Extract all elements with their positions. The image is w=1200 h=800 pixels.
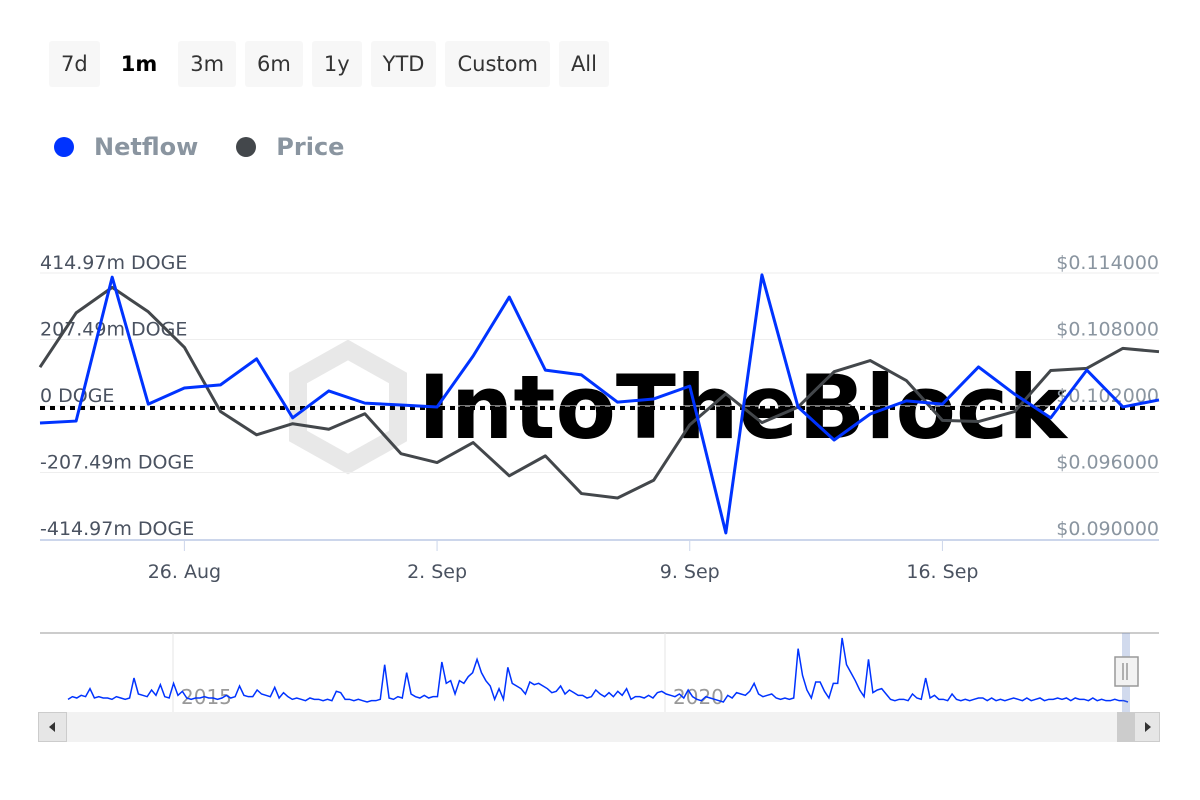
left-axis-tick-label: -207.49m DOGE: [40, 452, 194, 474]
right-axis-tick-label: $0.090000: [1056, 518, 1159, 540]
x-axis-tick-label: 26. Aug: [148, 561, 221, 583]
navigator-year-label: 2020: [673, 685, 724, 709]
scrollbar-track[interactable]: [38, 712, 1160, 742]
left-axis-tick-label: 0 DOGE: [40, 385, 114, 407]
scroll-right-button[interactable]: [1134, 712, 1160, 742]
right-axis-tick-label: $0.114000: [1056, 252, 1159, 274]
x-axis-tick-label: 2. Sep: [407, 561, 467, 583]
x-axis-tick-label: 9. Sep: [660, 561, 720, 583]
scrollbar[interactable]: [38, 712, 1160, 742]
right-axis: $0.114000$0.108000$0.102000$0.096000$0.0…: [1056, 252, 1159, 540]
netflow-price-chart: IntoTheBlock 414.97m DOGE207.49m DOGE0 D…: [38, 252, 1160, 742]
x-axis-tick-label: 16. Sep: [906, 561, 978, 583]
navigator[interactable]: 2015 2020: [40, 632, 1159, 712]
x-axis: 26. Aug 2. Sep 9. Sep 16. Sep: [40, 539, 1159, 583]
navigator-handle-icon[interactable]: [1114, 656, 1139, 687]
scrollbar-thumb[interactable]: [1117, 712, 1134, 742]
left-axis-tick-label: -414.97m DOGE: [40, 518, 194, 540]
scroll-left-button[interactable]: [38, 712, 67, 742]
left-axis-tick-label: 414.97m DOGE: [40, 252, 187, 274]
right-axis-tick-label: $0.096000: [1056, 452, 1159, 474]
right-axis-tick-label: $0.108000: [1056, 319, 1159, 341]
